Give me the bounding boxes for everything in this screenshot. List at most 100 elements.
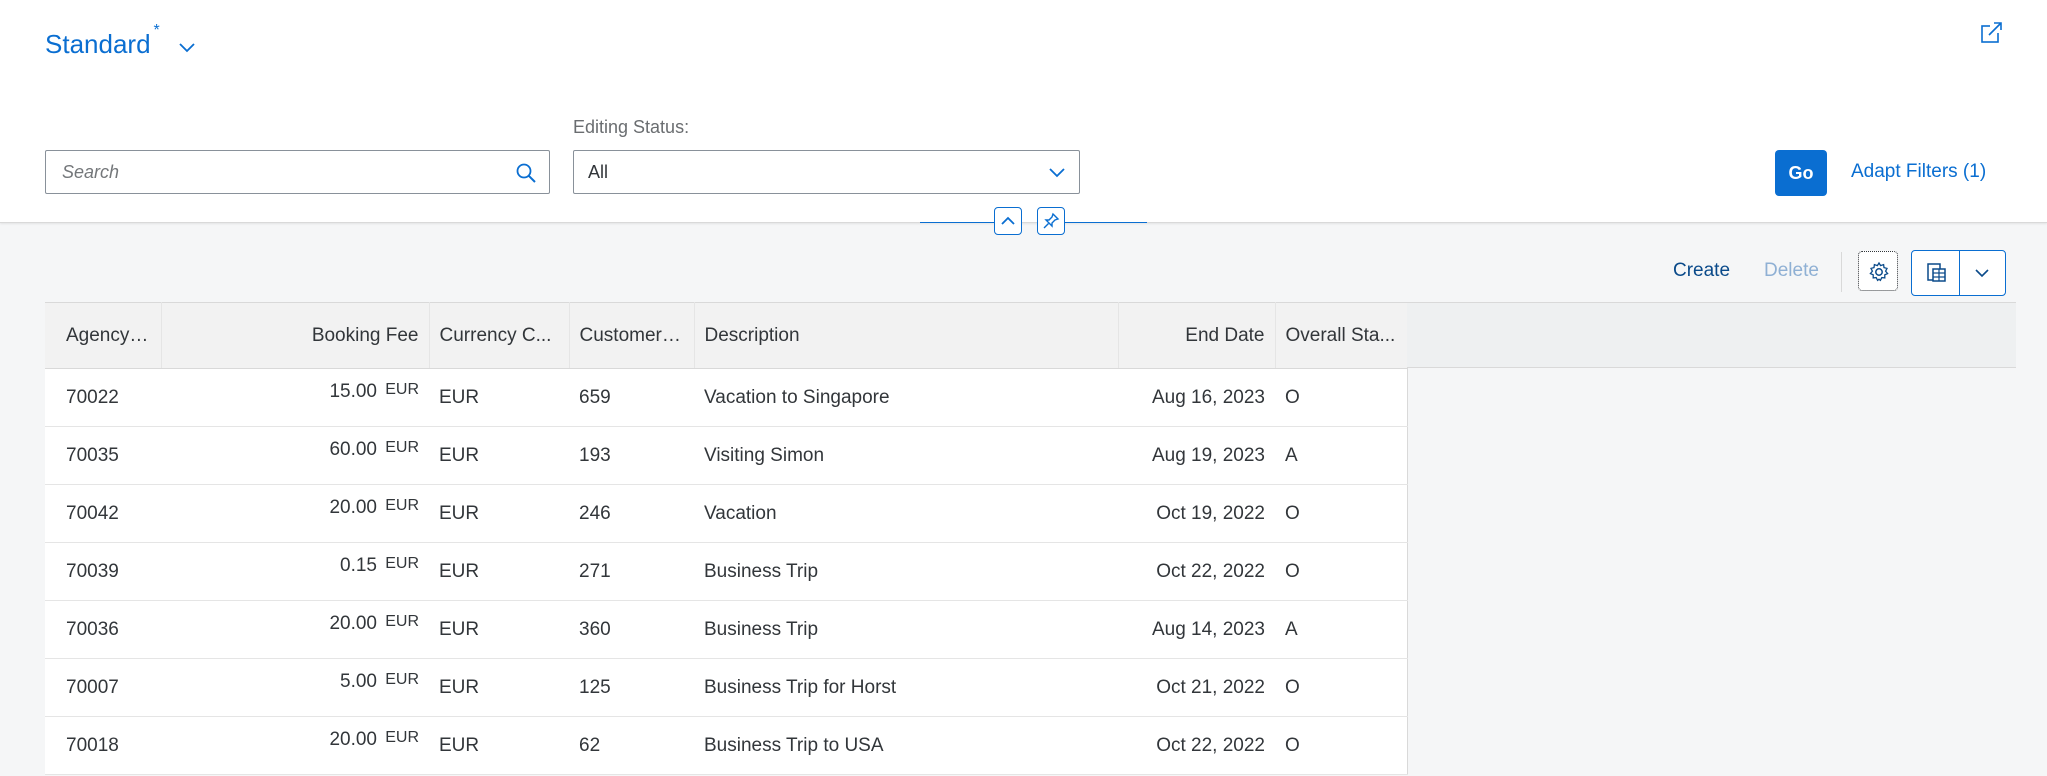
variant-selector[interactable]: Standard *: [45, 22, 196, 60]
table-header-row: Agency ID Booking Fee Currency C... Cust…: [45, 302, 1408, 369]
booking-fee-amount: 20.00: [329, 496, 377, 518]
cell-overall-status: A: [1275, 600, 1408, 659]
cell-booking-fee: 60.00 EUR: [161, 426, 429, 485]
cell-agency-id: 70035: [45, 426, 161, 485]
collapse-header-button[interactable]: [994, 207, 1022, 235]
table-row[interactable]: 70035 60.00 EUR EUR 193 Visiting Simon Au…: [45, 426, 1408, 485]
column-header-booking-fee[interactable]: Booking Fee: [161, 302, 430, 369]
cell-currency-code: EUR: [429, 484, 569, 543]
search-icon[interactable]: [515, 162, 537, 184]
cell-booking-fee: 5.00 EUR: [161, 658, 429, 717]
cell-description: Business Trip: [694, 600, 1118, 659]
table-settings-button[interactable]: [1858, 251, 1898, 291]
table-row[interactable]: 70018 20.00 EUR EUR 62 Business Trip to U…: [45, 716, 1408, 775]
cell-customer-id: 125: [569, 658, 694, 717]
table-row[interactable]: 70036 20.00 EUR EUR 360 Business Trip Aug…: [45, 600, 1408, 659]
booking-fee-currency: EUR: [385, 612, 419, 630]
cell-currency-code: EUR: [429, 368, 569, 427]
pin-icon: [1043, 212, 1060, 229]
cell-overall-status: O: [1275, 542, 1408, 601]
booking-fee-currency: EUR: [385, 554, 419, 572]
export-to-spreadsheet-button[interactable]: [1912, 251, 1960, 295]
cell-overall-status: O: [1275, 368, 1408, 427]
cell-customer-id: 659: [569, 368, 694, 427]
cell-end-date: Oct 21, 2022: [1118, 658, 1275, 717]
cell-currency-code: EUR: [429, 716, 569, 775]
cell-description: Business Trip: [694, 542, 1118, 601]
cell-currency-code: EUR: [429, 426, 569, 485]
search-field[interactable]: [45, 150, 550, 194]
booking-fee-currency: EUR: [385, 380, 419, 398]
export-menu-button[interactable]: [1960, 251, 2005, 295]
booking-fee-amount: 15.00: [329, 380, 377, 402]
table-header-filler: [1407, 302, 2016, 368]
cell-end-date: Oct 22, 2022: [1118, 542, 1275, 601]
booking-fee-amount: 5.00: [340, 670, 377, 692]
editing-status-select[interactable]: All: [573, 150, 1080, 194]
cell-agency-id: 70039: [45, 542, 161, 601]
variant-title[interactable]: Standard: [45, 28, 151, 60]
header-divider-right: [1065, 222, 1147, 223]
cell-overall-status: O: [1275, 716, 1408, 775]
cell-description: Vacation: [694, 484, 1118, 543]
cell-agency-id: 70022: [45, 368, 161, 427]
chevron-down-icon: [1975, 269, 1989, 278]
delete-button[interactable]: Delete: [1764, 260, 1819, 282]
column-header-agency-id[interactable]: Agency ID: [45, 302, 162, 369]
cell-currency-code: EUR: [429, 658, 569, 717]
table-row[interactable]: 70042 20.00 EUR EUR 246 Vacation Oct 19, …: [45, 484, 1408, 543]
excel-export-icon: [1927, 263, 1946, 282]
column-header-currency-code[interactable]: Currency C...: [429, 302, 570, 369]
cell-booking-fee: 20.00 EUR: [161, 600, 429, 659]
cell-overall-status: A: [1275, 426, 1408, 485]
column-header-overall-status[interactable]: Overall Sta...: [1275, 302, 1408, 369]
column-header-description[interactable]: Description: [694, 302, 1119, 369]
pin-header-button[interactable]: [1037, 207, 1065, 235]
go-button[interactable]: Go: [1775, 150, 1827, 196]
cell-end-date: Oct 22, 2022: [1118, 716, 1275, 775]
chevron-down-icon[interactable]: [1047, 164, 1067, 182]
booking-fee-currency: EUR: [385, 496, 419, 514]
booking-fee-currency: EUR: [385, 670, 419, 688]
cell-description: Business Trip to USA: [694, 716, 1118, 775]
editing-status-value: All: [588, 162, 609, 182]
chevron-down-icon[interactable]: [178, 38, 196, 56]
cell-customer-id: 271: [569, 542, 694, 601]
search-input[interactable]: [46, 151, 486, 193]
cell-currency-code: EUR: [429, 600, 569, 659]
cell-customer-id: 360: [569, 600, 694, 659]
gear-icon: [1869, 261, 1889, 282]
bookings-table: Agency ID Booking Fee Currency C... Cust…: [45, 302, 1408, 775]
cell-agency-id: 70042: [45, 484, 161, 543]
cell-booking-fee: 0.15 EUR: [161, 542, 429, 601]
cell-end-date: Aug 14, 2023: [1118, 600, 1275, 659]
cell-end-date: Aug 19, 2023: [1118, 426, 1275, 485]
booking-fee-currency: EUR: [385, 728, 419, 746]
cell-customer-id: 246: [569, 484, 694, 543]
table-row[interactable]: 70039 0.15 EUR EUR 271 Business Trip Oct …: [45, 542, 1408, 601]
bookings-table-container: Agency ID Booking Fee Currency C... Cust…: [45, 302, 2016, 775]
cell-agency-id: 70018: [45, 716, 161, 775]
table-row[interactable]: 70007 5.00 EUR EUR 125 Business Trip for …: [45, 658, 1408, 717]
cell-overall-status: O: [1275, 484, 1408, 543]
booking-fee-currency: EUR: [385, 438, 419, 456]
export-button-group: [1911, 250, 2006, 296]
cell-end-date: Oct 19, 2022: [1118, 484, 1275, 543]
cell-description: Business Trip for Horst: [694, 658, 1118, 717]
cell-booking-fee: 20.00 EUR: [161, 484, 429, 543]
variant-modified-marker: *: [153, 22, 160, 39]
adapt-filters-button[interactable]: Adapt Filters (1): [1851, 161, 1986, 183]
column-header-customer-id[interactable]: Customer ID: [569, 302, 695, 369]
cell-overall-status: O: [1275, 658, 1408, 717]
cell-currency-code: EUR: [429, 542, 569, 601]
chevron-up-icon: [1001, 216, 1015, 225]
toolbar-separator: [1841, 252, 1842, 292]
booking-fee-amount: 20.00: [329, 612, 377, 634]
cell-agency-id: 70036: [45, 600, 161, 659]
booking-fee-amount: 60.00: [329, 438, 377, 460]
table-row[interactable]: 70022 15.00 EUR EUR 659 Vacation to Singa…: [45, 368, 1408, 427]
column-header-end-date[interactable]: End Date: [1118, 302, 1276, 369]
editing-status-label: Editing Status:: [573, 117, 690, 137]
create-button[interactable]: Create: [1673, 260, 1730, 282]
share-icon[interactable]: [1980, 20, 2004, 44]
